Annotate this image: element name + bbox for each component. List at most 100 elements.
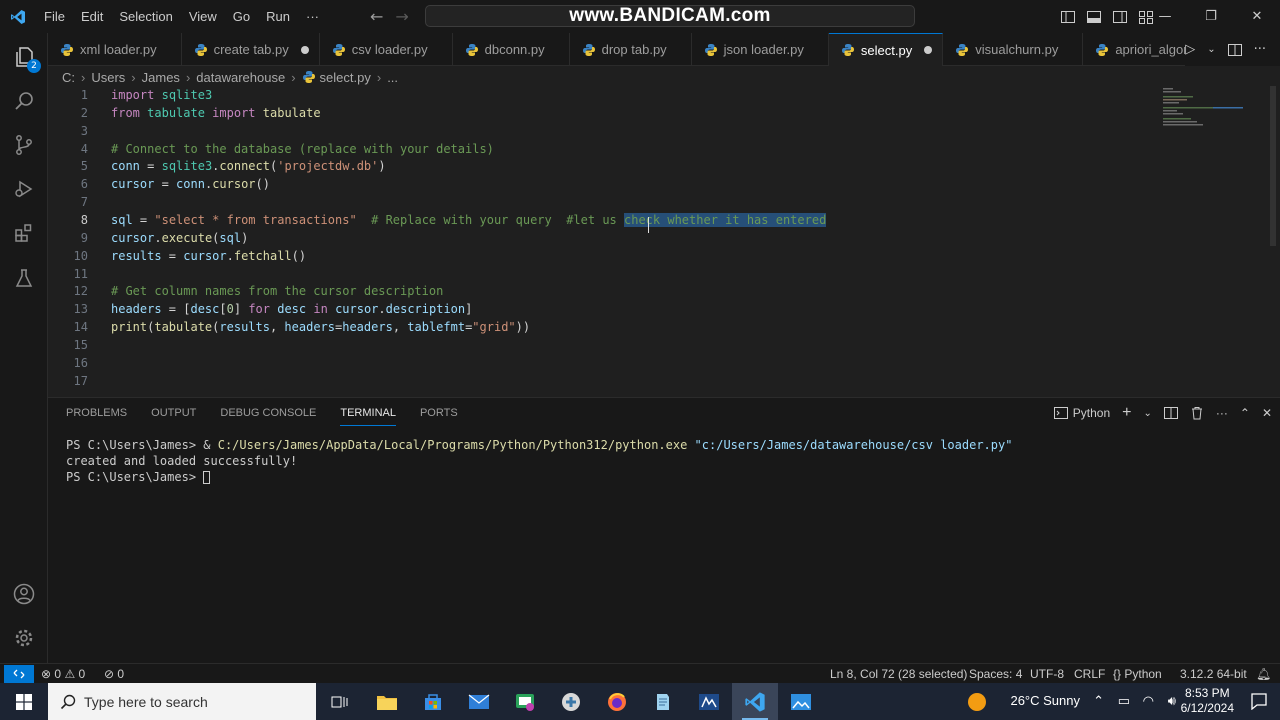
more-actions-icon[interactable]: ··· (1216, 406, 1228, 420)
breadcrumb-item[interactable]: select.py (320, 70, 371, 85)
close-panel-icon[interactable]: ✕ (1262, 406, 1272, 420)
microsoft-store-app-icon[interactable] (410, 683, 456, 720)
source-control-icon[interactable] (0, 123, 48, 167)
code-editor[interactable]: 1 import sqlite3 2 from tabulate import tab… (48, 86, 1280, 390)
weather-sun-icon[interactable] (968, 693, 986, 711)
run-dropdown-icon[interactable]: ⌄ (1207, 44, 1215, 55)
indentation[interactable]: Spaces: 4 (969, 664, 1022, 684)
split-terminal-icon[interactable] (1163, 406, 1178, 420)
editor-scrollbar[interactable] (1270, 86, 1276, 246)
code-token: desc (190, 302, 220, 317)
encoding[interactable]: UTF-8 (1030, 664, 1064, 684)
minimap[interactable] (1163, 86, 1280, 126)
tab-7[interactable]: visualchurn.py (943, 33, 1084, 66)
panel-tab-1[interactable]: OUTPUT (151, 398, 196, 428)
notification-center-icon[interactable] (1250, 692, 1268, 713)
line-ending[interactable]: CRLF (1074, 664, 1105, 684)
problems-status[interactable]: ⊗ 0 ⚠ 0 (41, 664, 85, 684)
weather-text[interactable]: 26°C Sunny (1010, 693, 1080, 708)
menu-item-2[interactable]: Selection (111, 0, 180, 33)
show-hidden-icons-icon[interactable]: ⌃ (1093, 693, 1104, 709)
network-icon[interactable]: ▭ (1118, 693, 1130, 709)
python-interpreter[interactable]: 3.12.2 64-bit (1180, 664, 1247, 684)
taskbar-search-box[interactable]: Type here to search (48, 683, 316, 720)
cursor-position[interactable]: Ln 8, Col 72 (28 selected) (830, 664, 967, 684)
database-app-icon[interactable] (686, 683, 732, 720)
panel-tab-2[interactable]: DEBUG CONSOLE (220, 398, 316, 428)
toggle-secondary-sidebar-icon[interactable] (1112, 9, 1128, 25)
tab-0[interactable]: xml loader.py (48, 33, 182, 66)
code-token: # Get column names from the cursor descr… (111, 284, 444, 299)
remote-window-button[interactable] (4, 665, 34, 683)
new-terminal-icon[interactable]: + (1122, 404, 1131, 422)
unsaved-dot-icon[interactable] (300, 45, 309, 54)
split-editor-icon[interactable] (1227, 43, 1242, 57)
ports-status[interactable]: ⊘ 0 (104, 664, 124, 684)
python-file-icon (841, 43, 855, 57)
menu-item-5[interactable]: Run (258, 0, 298, 33)
menu-item-4[interactable]: Go (225, 0, 258, 33)
tab-1[interactable]: create tab.py (182, 33, 320, 66)
tab-5[interactable]: json loader.py (692, 33, 829, 66)
media-app-icon[interactable] (502, 683, 548, 720)
language-mode[interactable]: {} Python (1113, 664, 1162, 684)
file-explorer-app-icon[interactable] (364, 683, 410, 720)
windows-start-icon[interactable] (0, 683, 48, 720)
menu-item-1[interactable]: Edit (73, 0, 111, 33)
breadcrumb-item[interactable]: Users (91, 70, 125, 85)
run-file-icon[interactable]: ▷ (1185, 42, 1195, 57)
menu-item-0[interactable]: File (36, 0, 73, 33)
unsaved-dot-icon[interactable] (924, 46, 933, 54)
clock[interactable]: 8:53 PM 6/12/2024 (1181, 686, 1234, 716)
run-debug-icon[interactable] (0, 167, 48, 211)
code-token: # Replace with your query #let us (371, 212, 624, 227)
volume-icon[interactable]: 🔊︎ (1168, 693, 1176, 709)
testing-flask-icon[interactable] (0, 257, 48, 301)
toggle-panel-icon[interactable] (1086, 9, 1102, 25)
photos-app-icon[interactable] (778, 683, 824, 720)
python-idle-app-icon[interactable] (548, 683, 594, 720)
mail-app-icon[interactable] (456, 683, 502, 720)
terminal-output[interactable]: PS C:\Users\James> & C:/Users/James/AppD… (66, 437, 1012, 485)
restore-icon[interactable]: ❐ (1188, 0, 1234, 33)
panel-tab-3[interactable]: TERMINAL (340, 398, 396, 428)
tab-4[interactable]: drop tab.py (570, 33, 692, 66)
settings-gear-icon[interactable] (0, 616, 48, 660)
menu-item-6[interactable]: ··· (298, 0, 327, 33)
toggle-sidebar-icon[interactable] (1060, 9, 1076, 25)
tab-6[interactable]: select.py (828, 33, 944, 66)
back-arrow-icon[interactable]: ← (370, 7, 383, 26)
code-token: tabulate (147, 105, 205, 120)
code-token: cursor (212, 177, 256, 192)
search-icon[interactable] (0, 79, 48, 123)
extensions-icon[interactable] (0, 211, 48, 255)
breadcrumb-item[interactable]: ... (387, 70, 398, 85)
breadcrumb-separator: › (291, 69, 296, 85)
bottom-panel: PROBLEMS OUTPUT DEBUG CONSOLE TERMINAL PORTS… (48, 397, 1280, 663)
panel-tab-4[interactable]: PORTS (420, 398, 458, 428)
notifications-bell-icon[interactable]: 🔔︎ (1256, 664, 1271, 684)
terminal-dropdown-icon[interactable]: ⌄ (1143, 408, 1151, 419)
breadcrumb-item[interactable]: James (142, 70, 180, 85)
tab-3[interactable]: dbconn.py (453, 33, 570, 66)
kill-terminal-trash-icon[interactable] (1190, 406, 1204, 420)
firefox-app-icon[interactable] (594, 683, 640, 720)
breadcrumb-item[interactable]: C: (62, 70, 75, 85)
breadcrumb-item[interactable]: datawarehouse (196, 70, 285, 85)
menu-item-3[interactable]: View (181, 0, 225, 33)
command-center-search[interactable]: www.BANDICAM.com (425, 5, 915, 27)
terminal-shell-selector[interactable]: Python (1053, 406, 1110, 420)
wifi-icon[interactable]: ◠ (1143, 693, 1154, 709)
maximize-panel-icon[interactable]: ⌃ (1240, 406, 1250, 420)
notepad-app-icon[interactable] (640, 683, 686, 720)
editor-more-icon[interactable]: ··· (1254, 42, 1266, 57)
explorer-icon[interactable]: 2 (0, 35, 48, 79)
close-icon[interactable]: ✕ (1234, 0, 1280, 33)
panel-tab-0[interactable]: PROBLEMS (66, 398, 127, 428)
tab-2[interactable]: csv loader.py (320, 33, 453, 66)
vscode-app-icon[interactable] (732, 683, 778, 720)
forward-arrow-icon[interactable]: → (395, 7, 408, 26)
minimize-icon[interactable]: — (1142, 0, 1188, 33)
task-view-icon[interactable] (317, 683, 363, 720)
account-icon[interactable] (0, 572, 48, 616)
